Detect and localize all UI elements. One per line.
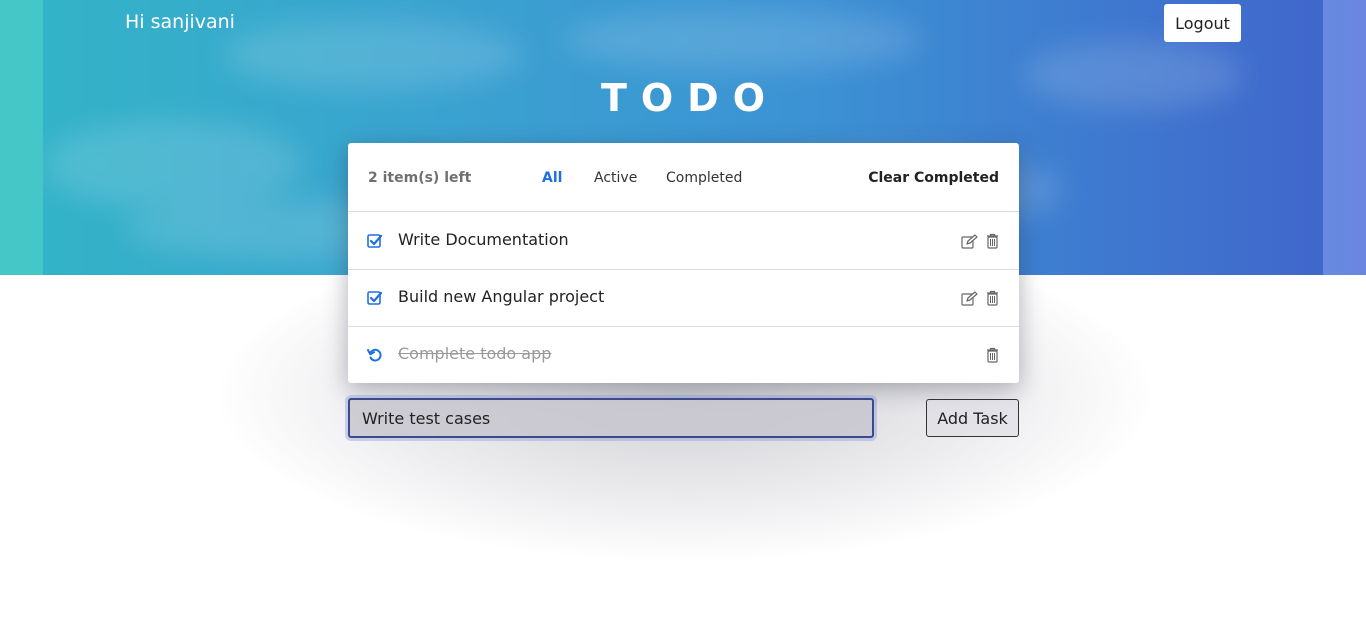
filter-completed[interactable]: Completed xyxy=(666,170,742,186)
undo-icon[interactable] xyxy=(367,347,383,363)
trash-icon[interactable] xyxy=(986,233,999,249)
user-greeting: Hi sanjivani xyxy=(125,11,235,33)
trash-icon[interactable] xyxy=(986,347,999,363)
cloud xyxy=(43,120,303,210)
todo-item: Complete todo app xyxy=(348,327,1019,383)
clear-completed-button[interactable]: Clear Completed xyxy=(868,170,999,186)
todo-toolbar: 2 item(s) left All Active Completed Clea… xyxy=(348,143,1019,212)
app-title: TODO xyxy=(600,76,780,120)
cloud xyxy=(563,10,923,70)
todo-card: 2 item(s) left All Active Completed Clea… xyxy=(348,143,1019,383)
new-task-input[interactable] xyxy=(348,398,874,438)
todo-item-text: Build new Angular project xyxy=(398,287,605,306)
edit-icon[interactable] xyxy=(961,291,978,307)
todo-item-text: Complete todo app xyxy=(398,344,552,363)
checkbox-checked-icon[interactable] xyxy=(367,233,383,249)
todo-item: Build new Angular project xyxy=(348,270,1019,327)
items-left-count: 2 item(s) left xyxy=(368,170,472,186)
filter-all[interactable]: All xyxy=(542,170,562,186)
page: Hi sanjivani Logout TODO 2 item(s) left … xyxy=(0,0,1366,629)
todo-item: Write Documentation xyxy=(348,213,1019,270)
add-task-button[interactable]: Add Task xyxy=(926,399,1019,437)
logout-button[interactable]: Logout xyxy=(1164,4,1241,42)
edit-icon[interactable] xyxy=(961,234,978,250)
filter-active[interactable]: Active xyxy=(594,170,637,186)
checkbox-checked-icon[interactable] xyxy=(367,290,383,306)
trash-icon[interactable] xyxy=(986,290,999,306)
todo-item-text: Write Documentation xyxy=(398,230,569,249)
